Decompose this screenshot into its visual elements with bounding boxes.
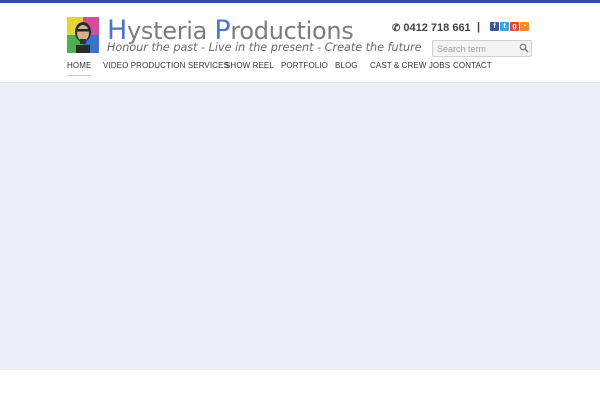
nav-item-blog[interactable]: BLOG: [335, 61, 358, 70]
search-input[interactable]: [437, 42, 513, 55]
nav-item-home[interactable]: HOME: [67, 61, 92, 76]
google-plus-icon[interactable]: g: [510, 22, 519, 31]
site-logo[interactable]: Hysteria Productions Honour the past - L…: [67, 15, 422, 57]
search-icon[interactable]: [519, 43, 529, 53]
site-tagline: Honour the past - Live in the present - …: [107, 41, 422, 54]
page-footer-gap: [0, 370, 600, 400]
phone-number: 0412 718 661: [403, 22, 471, 34]
facebook-icon[interactable]: f: [490, 22, 499, 31]
rss-icon[interactable]: ◔: [520, 22, 529, 31]
search-box: [432, 40, 532, 57]
social-links: f t g ◔: [490, 22, 530, 32]
nav-item-show-reel[interactable]: SHOW REEL: [225, 61, 274, 70]
nav-item-video-production-services[interactable]: VIDEO PRODUCTION SERVICES: [103, 61, 229, 70]
twitter-icon[interactable]: t: [500, 22, 509, 31]
site-header: Hysteria Productions Honour the past - L…: [0, 3, 600, 83]
main-content-area: [0, 83, 600, 370]
nav-item-cast-crew-jobs[interactable]: CAST & CREW JOBS: [370, 61, 450, 70]
logo-portrait-icon: [67, 17, 99, 53]
nav-item-portfolio[interactable]: PORTFOLIO: [281, 61, 328, 70]
header-separator: |: [477, 21, 481, 33]
phone-contact[interactable]: ✆ 0412 718 661: [392, 22, 471, 34]
phone-icon: ✆: [392, 23, 401, 34]
nav-item-contact[interactable]: CONTACT: [453, 61, 492, 70]
